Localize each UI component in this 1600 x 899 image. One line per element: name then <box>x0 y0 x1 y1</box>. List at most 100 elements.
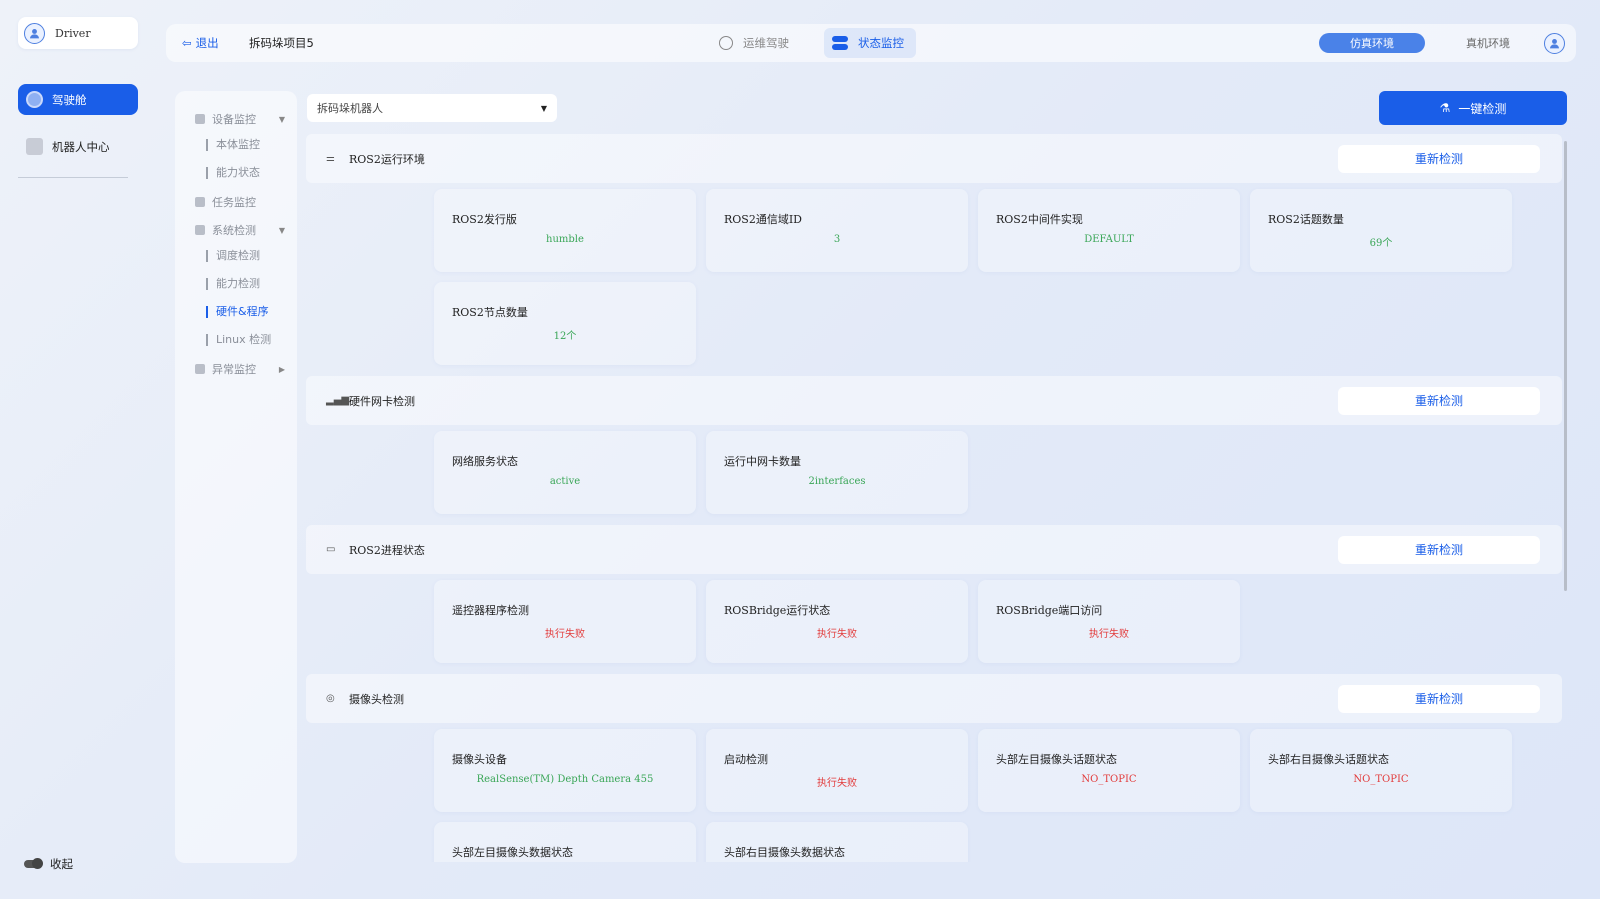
one-key-check-label: 一键检测 <box>1458 101 1507 116</box>
card-label: ROSBridge端口访问 <box>996 604 1103 617</box>
env-real-button[interactable]: 真机环境 <box>1456 35 1520 51</box>
user-name: Driver <box>55 26 91 40</box>
card-label: 遥控器程序检测 <box>452 604 529 617</box>
check-card: ROS2通信域ID 3 <box>706 189 968 272</box>
exception-monitor-icon <box>195 364 205 374</box>
exit-button[interactable]: ⇦ 退出 <box>182 35 219 51</box>
card-label: 摄像头设备 <box>452 753 507 766</box>
submenu-group-system-check[interactable]: 系统检测 ▼ <box>195 222 285 238</box>
status-monitor-icon <box>832 36 848 50</box>
recheck-button[interactable]: 重新检测 <box>1338 535 1540 564</box>
submenu-item-body-monitor[interactable]: 本体监控 <box>206 139 260 151</box>
card-value: NO_TOPIC <box>1081 774 1137 785</box>
check-card: ROS2中间件实现 DEFAULT <box>978 189 1240 272</box>
user-avatar-icon <box>24 22 45 44</box>
card-value: 12个 <box>553 331 577 342</box>
check-content: ⚌ ROS2运行环境 重新检测 ROS2发行版 humble ROS2通信域ID… <box>306 134 1562 862</box>
card-label: ROS2中间件实现 <box>996 213 1083 226</box>
chevron-down-icon: ▼ <box>278 114 285 124</box>
submenu-group-label: 异常监控 <box>212 363 256 376</box>
user-card[interactable]: Driver <box>18 17 138 49</box>
one-key-check-button[interactable]: ⚗ 一键检测 <box>1379 91 1567 125</box>
rail-item-cockpit[interactable]: 驾驶舱 <box>18 84 138 115</box>
card-value: DEFAULT <box>1084 234 1134 245</box>
check-card: 摄像头设备 RealSense(TM) Depth Camera 455 <box>434 729 696 812</box>
section-header-camera-check: ◎ 摄像头检测 重新检测 <box>306 674 1562 723</box>
card-value: 3 <box>833 234 841 245</box>
toggle-icon <box>24 858 43 869</box>
section-header-ros2-process: ▭ ROS2进程状态 重新检测 <box>306 525 1562 574</box>
check-card: ROSBridge端口访问 执行失败 <box>978 580 1240 663</box>
signal-bars-icon: ▂▄▆ <box>326 395 350 406</box>
rail-item-robot-center[interactable]: 机器人中心 <box>18 131 138 162</box>
tab-ops-driving[interactable]: 运维驾驶 <box>719 35 789 51</box>
tab-label: 运维驾驶 <box>743 36 789 50</box>
check-card: ROS2发行版 humble <box>434 189 696 272</box>
rail-divider <box>18 177 128 178</box>
card-label: 网络服务状态 <box>452 455 518 468</box>
card-label: 启动检测 <box>724 753 768 766</box>
submenu-item-schedule-check[interactable]: 调度检测 <box>206 250 260 262</box>
card-value: 执行失败 <box>1089 629 1129 640</box>
submenu-group-device-monitor[interactable]: 设备监控 ▼ <box>195 111 285 127</box>
check-card: 头部左目摄像头话题状态 NO_TOPIC <box>978 729 1240 812</box>
card-label: ROSBridge运行状态 <box>724 604 831 617</box>
check-card: 网络服务状态 active <box>434 431 696 514</box>
tab-status-monitor[interactable]: 状态监控 <box>824 28 916 58</box>
account-avatar-icon[interactable] <box>1544 32 1565 54</box>
card-value: 执行失败 <box>545 629 585 640</box>
check-card: 头部右目摄像头话题状态 NO_TOPIC <box>1250 729 1512 812</box>
card-value: NO_TOPIC <box>1353 774 1409 785</box>
collapse-button[interactable]: 收起 <box>24 856 73 872</box>
section-title: 摄像头检测 <box>349 692 404 706</box>
section-header-nic-check: ▂▄▆ 硬件网卡检测 重新检测 <box>306 376 1562 425</box>
robot-select-value: 拆码垛机器人 <box>317 102 383 115</box>
card-label: 头部左目摄像头数据状态 <box>452 846 573 859</box>
check-card: 头部右目摄像头数据状态 <box>706 822 968 862</box>
system-check-icon <box>195 225 205 235</box>
submenu-group-label: 系统检测 <box>212 224 256 237</box>
left-rail: Driver 驾驶舱 机器人中心 收起 <box>0 0 155 899</box>
recheck-button[interactable]: 重新检测 <box>1338 386 1540 415</box>
tab-label: 状态监控 <box>858 36 904 50</box>
env-simulation-button[interactable]: 仿真环境 <box>1319 33 1425 53</box>
card-value: 执行失败 <box>817 629 857 640</box>
card-label: ROS2节点数量 <box>452 306 528 319</box>
submenu-item-hardware-program[interactable]: 硬件&程序 <box>206 306 269 318</box>
card-value: 2interfaces <box>808 476 866 487</box>
cockpit-icon <box>26 91 43 108</box>
submenu-group-label: 设备监控 <box>212 113 256 126</box>
check-card: 遥控器程序检测 执行失败 <box>434 580 696 663</box>
project-name: 拆码垛项目5 <box>249 36 314 50</box>
recheck-button[interactable]: 重新检测 <box>1338 684 1540 713</box>
submenu-item-ability-status[interactable]: 能力状态 <box>206 167 260 179</box>
submenu-item-linux-check[interactable]: Linux 检测 <box>206 334 271 346</box>
camera-icon: ◎ <box>326 693 335 704</box>
check-card: ROS2话题数量 69个 <box>1250 189 1512 272</box>
submenu-group-task-monitor[interactable]: 任务监控 <box>195 194 285 210</box>
section-header-ros2-runtime: ⚌ ROS2运行环境 重新检测 <box>306 134 1562 183</box>
rail-item-label: 机器人中心 <box>52 139 110 154</box>
task-monitor-icon <box>195 197 205 207</box>
card-label: 运行中网卡数量 <box>724 455 801 468</box>
card-label: ROS2通信域ID <box>724 213 802 226</box>
submenu-group-exception-monitor[interactable]: 异常监控 ▶ <box>195 361 285 377</box>
card-value: active <box>549 476 581 487</box>
robot-icon <box>26 138 43 155</box>
check-card: ROS2节点数量 12个 <box>434 282 696 365</box>
submenu-item-ability-check[interactable]: 能力检测 <box>206 278 260 290</box>
ops-driving-icon <box>719 36 733 50</box>
check-card: 运行中网卡数量 2interfaces <box>706 431 968 514</box>
exit-label: 退出 <box>195 36 219 50</box>
section-title: 硬件网卡检测 <box>349 394 415 408</box>
rail-item-label: 驾驶舱 <box>52 92 87 107</box>
process-icon: ▭ <box>326 544 336 555</box>
robot-select[interactable]: 拆码垛机器人 ▼ <box>307 94 557 122</box>
submenu-group-label: 任务监控 <box>212 196 256 209</box>
top-bar: ⇦ 退出 拆码垛项目5 运维驾驶 状态监控 仿真环境 真机环境 <box>166 24 1576 62</box>
card-value: humble <box>546 234 584 245</box>
recheck-button[interactable]: 重新检测 <box>1338 144 1540 173</box>
content-scrollbar[interactable] <box>1564 141 1567 591</box>
flask-icon: ⚗ <box>1439 101 1451 115</box>
card-label: 头部右目摄像头话题状态 <box>1268 753 1389 766</box>
